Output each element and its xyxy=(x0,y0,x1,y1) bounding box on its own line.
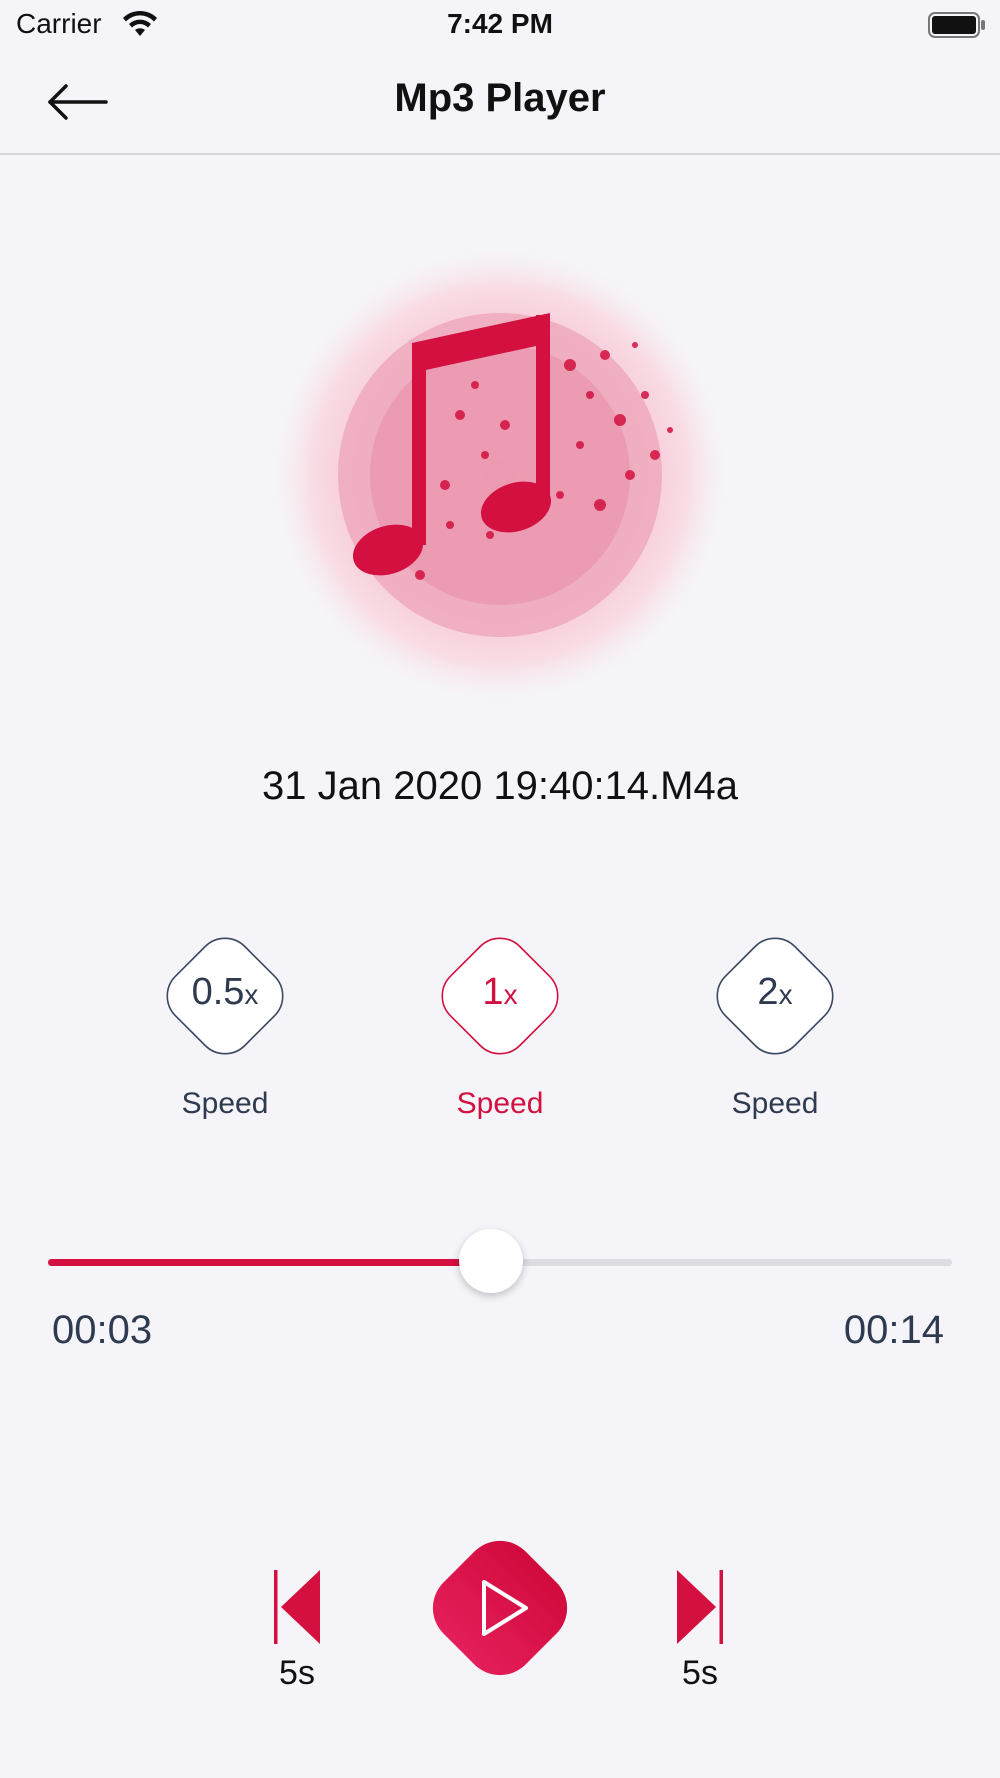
skip-forward-label: 5s xyxy=(682,1654,718,1692)
speed-button[interactable]: 0.5x xyxy=(154,925,296,1067)
speed-value: 1x xyxy=(482,971,518,1013)
speed-value: 2x xyxy=(757,971,793,1013)
nav-bar: Mp3 Player xyxy=(0,52,1000,155)
skip-back-button[interactable]: 5s xyxy=(257,1568,337,1693)
speed-label: Speed xyxy=(181,1087,269,1120)
play-icon xyxy=(432,1540,568,1676)
speed-value: 0.5x xyxy=(191,971,259,1013)
speed-option-2x[interactable]: 2x Speed xyxy=(700,925,850,1121)
speed-button[interactable]: 1x xyxy=(429,925,571,1067)
current-time: 00:03 xyxy=(52,1308,153,1352)
skip-back-icon xyxy=(274,1570,320,1644)
skip-back-label: 5s xyxy=(279,1654,315,1692)
progress-fill xyxy=(48,1259,491,1266)
speed-option-0-5x[interactable]: 0.5x Speed xyxy=(150,925,300,1121)
total-time: 00:14 xyxy=(843,1308,944,1352)
album-art xyxy=(265,245,735,710)
speed-label: Speed xyxy=(456,1087,544,1120)
progress-slider[interactable] xyxy=(48,1229,952,1293)
progress-thumb[interactable] xyxy=(458,1229,523,1293)
page-title: Mp3 Player xyxy=(394,76,606,120)
battery-icon xyxy=(928,12,985,38)
status-time: 7:42 PM xyxy=(447,8,553,39)
status-bar: Carrier 7:42 PM xyxy=(0,0,1000,52)
skip-forward-button[interactable]: 5s xyxy=(660,1568,740,1693)
speed-option-1x[interactable]: 1x Speed xyxy=(425,925,575,1121)
file-name: 31 Jan 2020 19:40:14.M4a xyxy=(262,764,738,808)
play-button[interactable] xyxy=(412,1520,588,1696)
skip-forward-icon xyxy=(677,1570,723,1644)
speed-button[interactable]: 2x xyxy=(704,925,846,1067)
speed-label: Speed xyxy=(731,1087,819,1120)
